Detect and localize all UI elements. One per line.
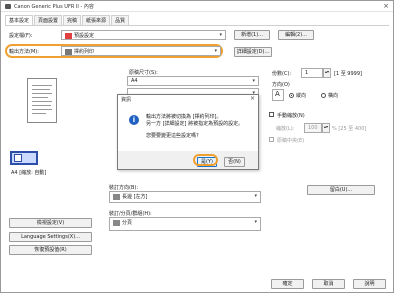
- window-close-icon[interactable]: ×: [383, 2, 389, 10]
- language-settings-button[interactable]: Language Settings(X)...: [9, 232, 92, 242]
- orientation-label: 方向(O): [272, 82, 290, 88]
- scaling-label: 縮放(L):: [276, 126, 295, 132]
- portrait-label: 縱向: [296, 93, 307, 99]
- check-settings-button[interactable]: 檢視設定(V): [9, 218, 92, 228]
- portrait-radio[interactable]: [289, 93, 294, 98]
- finishing-label: 裝訂/分頁/群組(H):: [109, 211, 152, 217]
- page-size-label: 原稿尺寸(S):: [129, 70, 158, 76]
- tab-page-setup[interactable]: 頁面設置: [34, 15, 63, 25]
- page-preview: [27, 78, 57, 123]
- copies-label: 份數(C):: [272, 71, 292, 77]
- profile-icon: [65, 32, 72, 39]
- info-dialog: 資訊 × i 輸出方法將被切換為 [擇約列印]。 另一方 [詳細設定] 將被指定…: [117, 94, 259, 170]
- profile-value: 預設設定: [74, 33, 95, 39]
- copies-range: [1 至 9999]: [334, 71, 362, 77]
- finishing-select[interactable]: 分頁 ▾: [109, 217, 261, 231]
- dialog-close-icon[interactable]: ×: [250, 95, 255, 102]
- scaling-spinner[interactable]: ▴▾: [322, 123, 330, 133]
- printer-icon: [65, 48, 72, 55]
- copies-spinner[interactable]: ▴▾: [323, 68, 331, 78]
- info-icon: i: [129, 115, 139, 125]
- window-title: Canon Generic Plus UFR II - 內容: [14, 4, 94, 10]
- copies-input[interactable]: 1: [301, 68, 323, 78]
- binding-icon: [113, 193, 120, 200]
- chevron-down-icon: ▾: [254, 193, 257, 199]
- profile-select[interactable]: 預設設定 ▾: [61, 30, 226, 40]
- output-method-label: 輸出方法(M):: [9, 49, 39, 55]
- add-profile-button[interactable]: 新增(1)...: [234, 30, 270, 40]
- restore-defaults-button[interactable]: 恢復預設值(R): [9, 245, 92, 255]
- tab-basic-settings[interactable]: 基本設定: [5, 15, 34, 25]
- layout-thumbnail-page: [14, 154, 22, 162]
- tab-paper-source[interactable]: 紙張來源: [82, 15, 111, 25]
- yes-button-highlight: [193, 154, 218, 166]
- preview-caption: A4 [縮放: 自動]: [11, 170, 47, 176]
- scaling-input[interactable]: 100: [304, 123, 322, 133]
- orientation-preview-icon: A: [272, 89, 284, 101]
- no-button[interactable]: 否(N): [224, 157, 245, 167]
- tab-divider: [5, 25, 389, 26]
- binding-label: 裝訂方向(B):: [109, 185, 139, 191]
- scaling-range: % [25 至 400]: [332, 126, 367, 132]
- profile-label: 設定檔(F):: [9, 33, 33, 39]
- chevron-down-icon: ▾: [219, 32, 222, 38]
- printer-app-icon: [5, 4, 11, 9]
- printer-properties-window: Canon Generic Plus UFR II - 內容 × 基本設定 頁面…: [0, 0, 394, 293]
- manual-scaling-label: 手動縮放(N): [277, 113, 305, 119]
- tab-finishing[interactable]: 完稿: [63, 15, 82, 25]
- dialog-question: 您要要變更這些設定嗎?: [146, 133, 199, 139]
- details-button[interactable]: 詳細設定(D)...: [234, 47, 272, 57]
- tab-strip: 基本設定 頁面設置 完稿 紙張來源 品質: [5, 15, 130, 25]
- dialog-message-line1: 輸出方法將被切換為 [擇約列印]。: [146, 114, 222, 120]
- landscape-radio[interactable]: [321, 93, 326, 98]
- finishing-value: 分頁: [122, 220, 133, 226]
- cancel-button[interactable]: 取消: [312, 279, 345, 289]
- page-size-select[interactable]: A4 ▾: [127, 76, 259, 86]
- edit-profile-button[interactable]: 編輯(2)...: [278, 30, 314, 40]
- collate-icon: [113, 219, 120, 226]
- page-size-value: A4: [131, 78, 138, 84]
- help-button[interactable]: 說明: [353, 279, 386, 289]
- center-original-checkbox[interactable]: [269, 137, 274, 142]
- scaling-value: 100: [308, 125, 318, 131]
- center-original-label: 原稿中央(E): [277, 138, 305, 144]
- output-method-select[interactable]: 擇約列印 ▾: [61, 46, 221, 56]
- chevron-down-icon: ▾: [252, 78, 255, 84]
- output-method-value: 擇約列印: [74, 49, 95, 55]
- dialog-message-line2: 另一方 [詳細設定] 將被指定為預設的設定。: [146, 121, 244, 127]
- ok-button[interactable]: 確定: [271, 279, 304, 289]
- margin-button[interactable]: 留白(U)...: [307, 185, 375, 195]
- chevron-down-icon: ▾: [254, 219, 257, 225]
- binding-value: 長邊 [左方]: [122, 194, 148, 200]
- landscape-label: 橫向: [328, 93, 339, 99]
- chevron-down-icon: ▾: [214, 48, 217, 54]
- binding-select[interactable]: 長邊 [左方] ▾: [109, 191, 261, 203]
- dialog-title: 資訊: [121, 97, 132, 103]
- copies-value: 1: [305, 70, 309, 76]
- manual-scaling-checkbox[interactable]: [269, 112, 274, 117]
- tab-quality[interactable]: 品質: [111, 15, 130, 25]
- title-bar: Canon Generic Plus UFR II - 內容 ×: [1, 1, 393, 12]
